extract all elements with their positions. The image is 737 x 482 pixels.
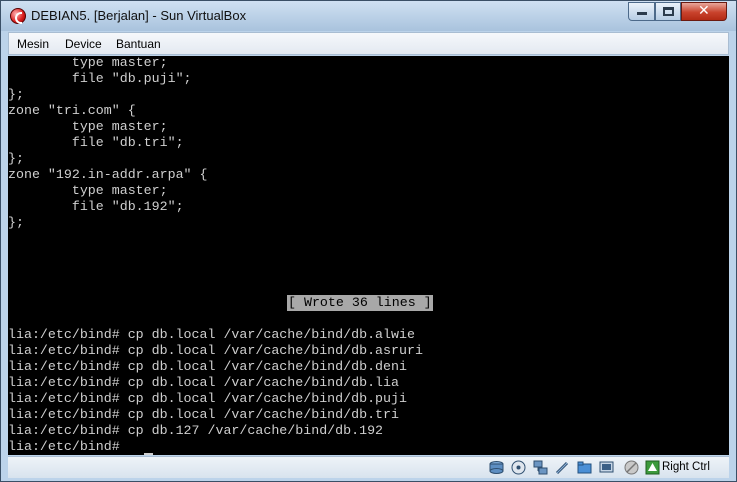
command-prompt: lia:/etc/bind# bbox=[8, 439, 128, 454]
window-title: DEBIAN5. [Berjalan] - Sun VirtualBox bbox=[31, 8, 247, 23]
close-icon: ✕ bbox=[698, 3, 710, 19]
status-bar: Right Ctrl bbox=[8, 456, 729, 478]
menu-bar: Mesin Device Bantuan bbox=[8, 32, 729, 55]
terminal-line: zone "tri.com" { bbox=[8, 103, 136, 118]
virtualbox-logo-icon bbox=[10, 8, 26, 24]
mouse-integration-icon[interactable] bbox=[624, 460, 639, 475]
menu-device[interactable]: Device bbox=[65, 37, 102, 51]
maximize-icon bbox=[663, 7, 674, 16]
terminal-line: type master; bbox=[8, 119, 168, 134]
host-key-label: Right Ctrl bbox=[662, 461, 710, 473]
shared-folders-icon[interactable] bbox=[577, 460, 592, 475]
command-line: lia:/etc/bind# cp db.local /var/cache/bi… bbox=[8, 391, 407, 406]
text-cursor bbox=[144, 453, 153, 455]
minimize-icon bbox=[637, 12, 647, 15]
terminal-line: type master; bbox=[8, 183, 168, 198]
terminal-line: file "db.puji"; bbox=[8, 71, 192, 86]
terminal-line: file "db.tri"; bbox=[8, 135, 184, 150]
menu-mesin[interactable]: Mesin bbox=[17, 37, 49, 51]
terminal-line: type master; bbox=[8, 56, 168, 70]
virtualbox-window: DEBIAN5. [Berjalan] - Sun VirtualBox ✕ M… bbox=[0, 0, 737, 482]
terminal-line: }; bbox=[8, 215, 24, 230]
command-line: lia:/etc/bind# cp db.local /var/cache/bi… bbox=[8, 407, 399, 422]
command-line: lia:/etc/bind# cp db.local /var/cache/bi… bbox=[8, 375, 399, 390]
maximize-button[interactable] bbox=[655, 2, 681, 21]
minimize-button[interactable] bbox=[628, 2, 655, 21]
host-key-icon[interactable] bbox=[645, 460, 660, 475]
terminal-line: zone "192.in-addr.arpa" { bbox=[8, 167, 208, 182]
menu-bantuan[interactable]: Bantuan bbox=[116, 37, 161, 51]
close-button[interactable]: ✕ bbox=[681, 2, 727, 21]
screen-icon[interactable] bbox=[599, 460, 614, 475]
nano-status-message: [ Wrote 36 lines ] bbox=[287, 295, 433, 311]
usb-icon[interactable] bbox=[555, 460, 570, 475]
command-line: lia:/etc/bind# cp db.127 /var/cache/bind… bbox=[8, 423, 384, 438]
terminal-line: }; bbox=[8, 151, 24, 166]
terminal-line: file "db.192"; bbox=[8, 199, 184, 214]
hard-disk-icon[interactable] bbox=[489, 460, 504, 475]
terminal-line: }; bbox=[8, 87, 24, 102]
command-line: lia:/etc/bind# cp db.local /var/cache/bi… bbox=[8, 359, 407, 374]
command-line: lia:/etc/bind# cp db.local /var/cache/bi… bbox=[8, 327, 415, 342]
title-bar[interactable]: DEBIAN5. [Berjalan] - Sun VirtualBox ✕ bbox=[1, 1, 736, 31]
cd-dvd-icon[interactable] bbox=[511, 460, 526, 475]
network-icon[interactable] bbox=[533, 460, 548, 475]
command-line: lia:/etc/bind# cp db.local /var/cache/bi… bbox=[8, 343, 423, 358]
vm-screen[interactable]: type master; file "db.puji"; }; zone "tr… bbox=[8, 56, 729, 455]
